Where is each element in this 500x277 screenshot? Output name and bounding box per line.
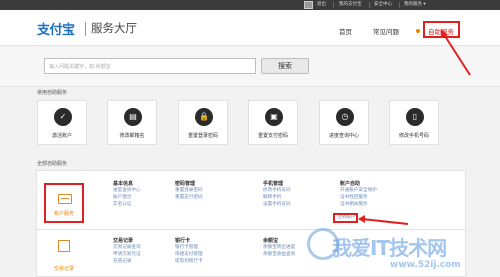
tile-reset-pay-password[interactable]: ▣ 重置支付密码 (248, 100, 298, 145)
tile-change-phone[interactable]: ▯ 修改手机号码 (389, 100, 439, 145)
tile-progress-center[interactable]: ◷ 进度查询中心 (319, 100, 369, 145)
nav-faq[interactable]: 常见问题 (373, 26, 399, 36)
service-link[interactable]: 修改手机号码 (263, 188, 291, 194)
service-link[interactable]: 证书相关服务 (340, 202, 368, 208)
search-band: 输入问题关键字，如:余额宝 搜索 (0, 47, 500, 87)
service-link[interactable]: 证书找回服务 (340, 195, 368, 201)
category-trade-record[interactable]: 交易记录 (44, 238, 84, 274)
all-services-title: 全部自助服务 (37, 161, 68, 167)
service-link[interactable]: 实名认证 (113, 202, 131, 208)
col-heading: 交易记录 (113, 238, 134, 244)
tile-label: 重置登录密码 (187, 133, 218, 139)
service-link[interactable]: 交易记录查询 (113, 245, 141, 251)
lock-icon: 🔒 (195, 108, 213, 126)
search-input[interactable]: 输入问题关键字，如:余额宝 (44, 58, 256, 74)
nav-self-service-label: 自助服务 (428, 28, 454, 36)
service-link[interactable]: 余额宝收益查询 (263, 252, 295, 258)
service-link[interactable]: 提现到银行卡 (175, 259, 203, 265)
divider (36, 229, 466, 230)
tile-label: 修改邮箱名 (119, 133, 145, 139)
clock-icon: ◷ (336, 108, 354, 126)
nav-home[interactable]: 首页 (339, 26, 352, 36)
service-link[interactable]: 账户激活 (113, 195, 131, 201)
category-label: 帐户服务 (53, 211, 74, 217)
service-link[interactable]: 充值记录 (113, 259, 131, 265)
col-heading: 账户自助 (340, 181, 361, 187)
divider (399, 2, 400, 8)
service-link[interactable]: 设置手机号码 (263, 202, 291, 208)
col-heading: 基本信息 (113, 181, 134, 187)
search-button[interactable]: 搜索 (261, 58, 309, 74)
service-link[interactable]: 重置登录密码 (175, 188, 203, 194)
site-header: 支付宝 服务大厅 首页 常见问题 自助服务 (0, 10, 500, 46)
category-label: 交易记录 (53, 266, 74, 272)
service-link[interactable]: 重置支付密码 (175, 195, 203, 201)
quick-services-title: 常用自助服务 (37, 90, 68, 96)
service-link[interactable]: 快捷支付管理 (175, 252, 203, 258)
service-link[interactable]: 进度查询中心 (113, 188, 141, 194)
tile-reset-login-password[interactable]: 🔒 重置登录密码 (178, 100, 228, 145)
logo-divider (85, 22, 86, 36)
highlight-box (333, 213, 358, 223)
col-heading: 手机管理 (263, 181, 284, 187)
logout-link[interactable]: 退出 (317, 1, 326, 8)
watermark-url: www.52ij.com (390, 260, 461, 270)
id-card-icon: ▤ (124, 108, 142, 126)
category-account-service[interactable]: 帐户服务 (44, 183, 84, 223)
col-heading: 银行卡 (175, 238, 191, 244)
safe-icon: ▣ (265, 108, 283, 126)
service-link[interactable]: 申请交易凭证 (113, 252, 141, 258)
divider (333, 2, 334, 8)
my-service-menu[interactable]: 我的服务 ▾ (404, 1, 426, 8)
tile-change-email[interactable]: ▤ 修改邮箱名 (107, 100, 157, 145)
watermark-text: 我爱IT技术网 (332, 236, 447, 260)
service-link[interactable]: 解绑手机 (263, 195, 281, 201)
tile-label: 修改手机号码 (398, 133, 429, 139)
tile-label: 重置支付密码 (257, 133, 288, 139)
phone-icon: ▯ (406, 108, 424, 126)
tile-label: 激活账户 (51, 133, 72, 139)
avatar[interactable] (304, 1, 313, 9)
col-heading: 余额宝 (263, 238, 279, 244)
service-link[interactable]: 余额宝转出进度 (263, 245, 295, 251)
top-bar: 退出 我的支付宝 安全中心 我的服务 ▾ (0, 0, 500, 10)
active-dot-icon (416, 29, 420, 33)
nav-self-service[interactable]: 自助服务 (423, 21, 460, 38)
tile-activate-account[interactable]: ✓ 激活账户 (37, 100, 87, 145)
page-title: 服务大厅 (91, 21, 137, 35)
card-icon (58, 194, 72, 204)
user-check-icon: ✓ (54, 108, 72, 126)
my-alipay-link[interactable]: 我的支付宝 (339, 1, 362, 8)
divider (369, 2, 370, 8)
alipay-logo[interactable]: 支付宝 (37, 19, 75, 38)
service-link[interactable]: 银行卡管理 (175, 245, 198, 251)
col-heading: 密码管理 (175, 181, 196, 187)
security-center-link[interactable]: 安全中心 (374, 1, 392, 8)
tile-label: 进度查询中心 (328, 133, 359, 139)
document-icon (58, 240, 70, 252)
service-link[interactable]: 开通账户安全保护 (340, 188, 377, 194)
